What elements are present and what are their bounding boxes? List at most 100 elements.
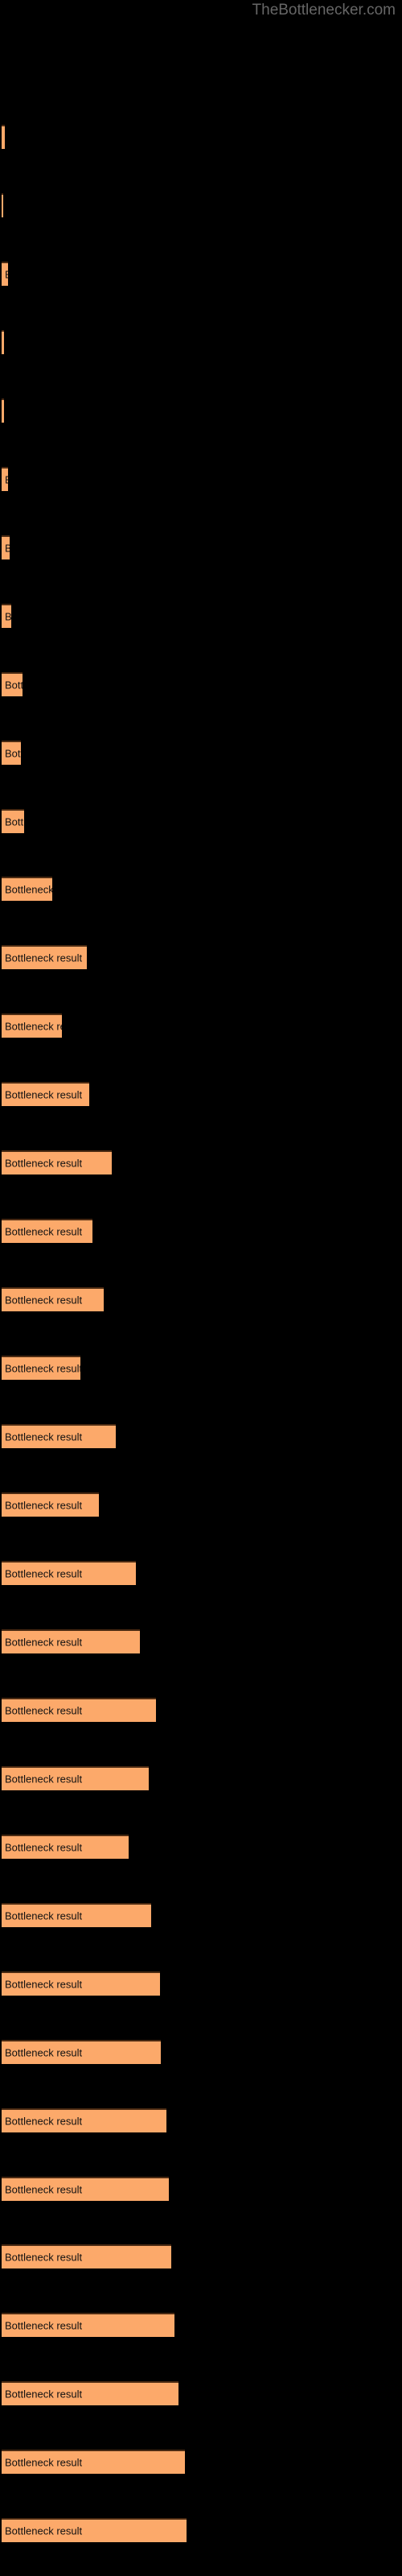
bar-row: Bottleneck result	[0, 1282, 402, 1317]
bar-row: Bottleneck result	[0, 667, 402, 702]
bar[interactable]: Bottleneck result	[2, 1971, 160, 1996]
bar-row: Bottleneck result	[0, 1898, 402, 1933]
bar-row: Bottleneck result	[0, 2513, 402, 2548]
bar-label: Bottleneck result	[5, 2251, 83, 2264]
bar-row: Bottleneck result	[0, 2308, 402, 2343]
bar-row: Bottleneck result	[0, 1351, 402, 1385]
bar-row: Bottleneck result	[0, 1624, 402, 1659]
bar-row: Bottleneck result	[0, 1830, 402, 1864]
bar-label: Bottleneck result	[5, 1294, 83, 1307]
bar-row: Bottleneck result	[0, 599, 402, 634]
horizontal-bar-chart: Bottleneck result Bottleneck result Bottle…	[0, 0, 402, 2576]
bar-row: Bottleneck result	[0, 257, 402, 291]
bar[interactable]: Bottleneck result	[2, 1765, 149, 1790]
bar-label: Bottleneck result	[5, 679, 23, 691]
bar-label: Bottleneck result	[5, 1499, 83, 1512]
bar-label: Bottleneck result	[5, 1157, 83, 1170]
bar[interactable]: Bottleneck result	[2, 1560, 136, 1585]
bar-row: Bottleneck result	[0, 2240, 402, 2274]
bar-row: Bottleneck result	[0, 1419, 402, 1454]
bar[interactable]: Bottleneck result	[2, 2518, 187, 2543]
bar-row: Bottleneck result	[0, 804, 402, 839]
bar-row: Bottleneck result	[0, 2035, 402, 2070]
bar[interactable]: Bottleneck result	[2, 1834, 129, 1859]
bar[interactable]: Bottleneck result	[2, 2176, 169, 2201]
bar[interactable]: Bottleneck result	[2, 1424, 116, 1449]
bar-label: Bottleneck result	[5, 1636, 83, 1649]
bar-row: Bottleneck result	[0, 1693, 402, 1728]
bar[interactable]: Bottleneck result	[2, 329, 4, 354]
bar-label: Bottleneck result	[5, 1430, 83, 1443]
bar[interactable]: Bottleneck result	[2, 2107, 166, 2132]
bar[interactable]: Bottleneck result	[2, 1629, 140, 1653]
bar-label: Bottleneck result	[5, 1567, 83, 1580]
bar-row: Bottleneck result	[0, 1077, 402, 1112]
bar[interactable]: Bottleneck result	[2, 1492, 99, 1517]
bar-label: Bottleneck result	[5, 543, 10, 553]
bar-label: Bottleneck result	[5, 1909, 83, 1922]
bar[interactable]: Bottleneck result	[2, 2039, 161, 2064]
bar[interactable]: Bottleneck result	[2, 1219, 92, 1244]
bar-row: Bottleneck result	[0, 1967, 402, 2001]
bar[interactable]: Bottleneck result	[2, 398, 4, 423]
bar-row: Bottleneck result	[0, 2172, 402, 2207]
bar-row: Bottleneck result	[0, 1009, 402, 1043]
bar[interactable]: Bottleneck result	[2, 1356, 80, 1381]
bar-row: Bottleneck result	[0, 940, 402, 975]
bar[interactable]: Bottleneck result	[2, 1287, 104, 1312]
bar-row: Bottleneck result	[0, 530, 402, 565]
bar-label: Bottleneck result	[5, 1773, 83, 1785]
bar-label: Bottleneck result	[5, 1841, 83, 1854]
bar[interactable]: Bottleneck result	[2, 740, 21, 765]
bar-row: Bottleneck result	[0, 325, 402, 360]
bar[interactable]: Bottleneck result	[2, 945, 87, 970]
bar-label: Bottleneck result	[5, 1978, 83, 1991]
bar[interactable]: Bottleneck result	[2, 535, 10, 559]
bar[interactable]: Bottleneck result	[2, 1150, 112, 1175]
bar-label: Bottleneck result	[5, 883, 52, 896]
bar[interactable]: Bottleneck result	[2, 466, 8, 491]
bar-label: Bottleneck result	[5, 2115, 83, 2128]
bar[interactable]: Bottleneck result	[2, 2450, 185, 2475]
bar-label: Bottleneck result	[5, 474, 8, 485]
bar[interactable]: Bottleneck result	[2, 1013, 62, 1038]
bar-label: Bottleneck result	[5, 1704, 83, 1717]
bar-label: Bottleneck result	[5, 2524, 83, 2537]
bar-row: Bottleneck result	[0, 120, 402, 155]
bar[interactable]: Bottleneck result	[2, 2381, 178, 2406]
bar[interactable]: Bottleneck result	[2, 808, 24, 833]
bar[interactable]: Bottleneck result	[2, 1902, 151, 1927]
bar-label: Bottleneck result	[5, 2319, 83, 2332]
bar-label: Bottleneck result	[5, 2456, 83, 2469]
bar[interactable]: Bottleneck result	[2, 671, 23, 696]
bar-row: Bottleneck result	[0, 1761, 402, 1796]
bar-label: Bottleneck result	[5, 2046, 83, 2059]
bar[interactable]: Bottleneck result	[2, 192, 3, 217]
bar-label: Bottleneck result	[5, 1225, 83, 1238]
bar[interactable]: Bottleneck result	[2, 877, 52, 902]
bar-label: Bottleneck result	[5, 2388, 83, 2401]
bar-row: Bottleneck result	[0, 394, 402, 428]
bar-label: Bottleneck result	[5, 952, 83, 964]
bar-row: Bottleneck result	[0, 1488, 402, 1522]
bar-label: Bottleneck result	[5, 1088, 83, 1101]
bar[interactable]: Bottleneck result	[2, 603, 11, 628]
bar-row: Bottleneck result	[0, 1146, 402, 1180]
bar[interactable]: Bottleneck result	[2, 2313, 174, 2338]
bar-label: Bottleneck result	[5, 747, 21, 760]
bar-label: Bottleneck result	[5, 2183, 83, 2196]
bar-label: Bottleneck result	[5, 610, 11, 623]
bar-row: Bottleneck result	[0, 2445, 402, 2479]
bar-label: Bottleneck result	[5, 1020, 62, 1033]
bar-row: Bottleneck result	[0, 2376, 402, 2411]
bar-label: Bottleneck result	[5, 1362, 80, 1375]
bar[interactable]: Bottleneck result	[2, 261, 8, 286]
bar[interactable]: Bottleneck result	[2, 2244, 171, 2269]
bar-row: Bottleneck result	[0, 188, 402, 223]
bar[interactable]: Bottleneck result	[2, 1697, 156, 1722]
bar[interactable]: Bottleneck result	[2, 125, 5, 149]
bar[interactable]: Bottleneck result	[2, 1082, 89, 1107]
bar-row: Bottleneck result	[0, 2103, 402, 2138]
bar-label: Bottleneck result	[5, 269, 8, 279]
bar-row: Bottleneck result	[0, 736, 402, 770]
